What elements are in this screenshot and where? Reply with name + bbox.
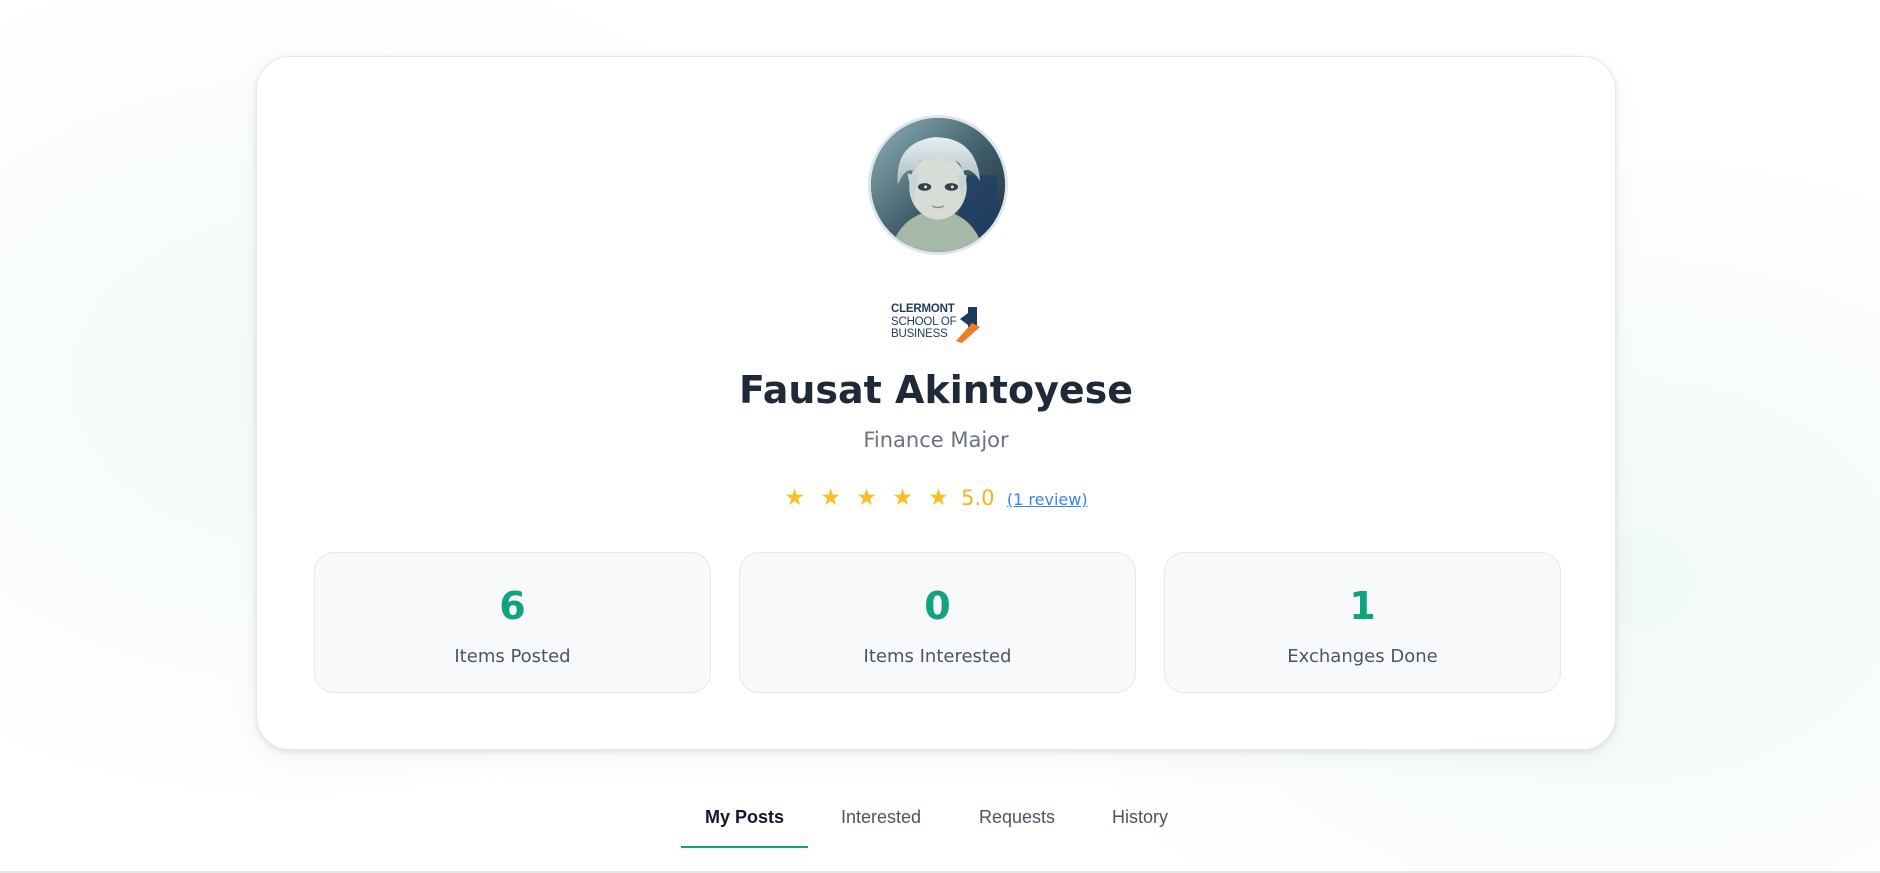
- profile-card: CLERMONT SCHOOL OF BUSINESS Fausat Akint…: [256, 56, 1616, 750]
- stat-items-interested: 0 Items Interested: [739, 552, 1136, 693]
- school-logo-line2: SCHOOL OF: [891, 315, 957, 328]
- avatar[interactable]: [868, 115, 1008, 255]
- profile-major: Finance Major: [863, 428, 1009, 452]
- stat-label: Items Posted: [454, 646, 571, 667]
- stat-label: Exchanges Done: [1287, 646, 1438, 667]
- stat-label: Items Interested: [863, 646, 1012, 667]
- rating-row: ★ ★ ★ ★ ★ 5.0 (1 review): [257, 483, 1615, 515]
- school-logo-line3: BUSINESS: [891, 328, 948, 340]
- school-logo: CLERMONT SCHOOL OF BUSINESS: [891, 303, 987, 343]
- tab-history[interactable]: History: [1100, 798, 1180, 848]
- school-logo-mark-icon: [956, 307, 980, 343]
- school-logo-line1: CLERMONT: [891, 303, 955, 315]
- stat-exchanges-done: 1 Exchanges Done: [1164, 552, 1561, 693]
- tab-interested[interactable]: Interested: [828, 798, 934, 848]
- profile-name: Fausat Akintoyese: [738, 368, 1134, 412]
- stat-value: 0: [924, 584, 951, 628]
- stat-items-posted: 6 Items Posted: [314, 552, 711, 693]
- anime-avatar-image: [871, 118, 1005, 252]
- tab-requests[interactable]: Requests: [970, 798, 1064, 848]
- rating-score: 5.0: [961, 486, 995, 510]
- tab-my-posts[interactable]: My Posts: [681, 798, 808, 848]
- stat-value: 1: [1349, 584, 1376, 628]
- star-rating-icon: ★ ★ ★ ★ ★: [784, 485, 953, 511]
- reviews-link[interactable]: (1 review): [1007, 490, 1088, 509]
- profile-tabs: My Posts Interested Requests History: [0, 798, 1880, 848]
- stat-value: 6: [499, 584, 526, 628]
